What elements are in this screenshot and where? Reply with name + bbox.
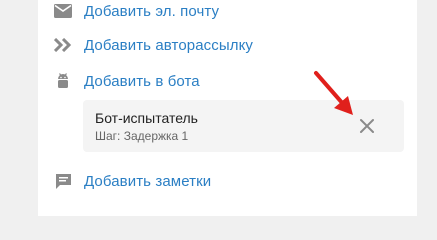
add-email-action[interactable]: Добавить эл. почту	[52, 0, 219, 22]
add-autoresponder-action[interactable]: Добавить авторассылку	[52, 34, 253, 56]
bot-card-title: Бот-испытатель	[95, 110, 198, 126]
add-notes-label[interactable]: Добавить заметки	[84, 173, 211, 190]
add-to-bot-label[interactable]: Добавить в бота	[84, 73, 200, 90]
note-icon	[52, 170, 74, 192]
add-email-label[interactable]: Добавить эл. почту	[84, 3, 219, 20]
close-icon	[360, 119, 374, 133]
double-chevron-icon	[52, 34, 74, 56]
add-to-bot-action[interactable]: Добавить в бота	[52, 70, 200, 92]
bot-card-step: Шаг: Задержка 1	[95, 129, 189, 143]
mail-icon	[52, 0, 74, 22]
add-notes-action[interactable]: Добавить заметки	[52, 170, 211, 192]
android-icon	[52, 70, 74, 92]
bot-card: Бот-испытатель Шаг: Задержка 1	[83, 100, 404, 152]
remove-bot-button[interactable]	[358, 117, 376, 135]
add-autoresponder-label[interactable]: Добавить авторассылку	[84, 37, 253, 54]
annotation-arrow	[314, 71, 353, 115]
